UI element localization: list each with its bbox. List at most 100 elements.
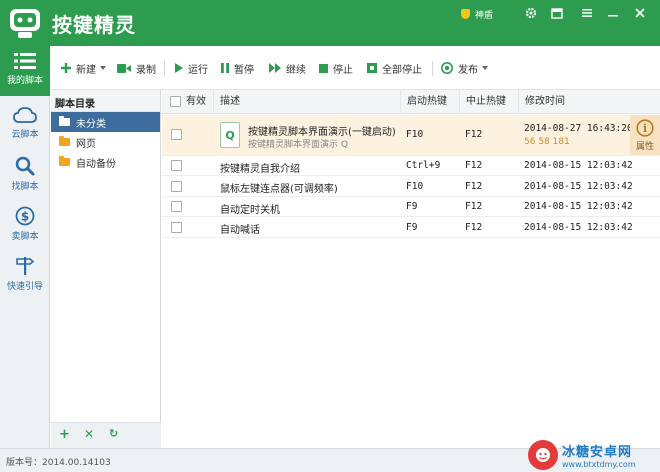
new-label: 新建 [76, 64, 96, 76]
sidebar: 我的脚本 云脚本 找脚本 $ 卖脚本 快速引导 [0, 46, 50, 448]
script-table: 有效 描述 启动热键 中止热键 修改时间 Q 按键精灵脚本界面演示(一键启动) … [162, 90, 660, 448]
column-enabled[interactable]: 有效 [180, 90, 206, 114]
sidebar-item-my-scripts[interactable]: 我的脚本 [0, 46, 50, 96]
modified-time: 2014-08-15 12:03:42 [524, 181, 633, 192]
minimize-icon [608, 15, 618, 17]
pause-label: 暂停 [234, 64, 254, 76]
script-directory: 脚本目录 未分类 网页 自动备份 + ✕ ↻ [51, 90, 161, 448]
publish-button[interactable]: 发布 [441, 46, 488, 90]
property-button[interactable]: i 属性 [630, 115, 660, 155]
folder-label: 自动备份 [76, 158, 116, 170]
pause-icon [221, 63, 229, 73]
watermark: 冰糖安卓网 www.btxtdmy.com [528, 437, 660, 472]
add-folder-icon[interactable]: + [59, 427, 70, 442]
record-button[interactable]: 录制 [117, 46, 156, 90]
stop-all-button[interactable]: 全部停止 [367, 46, 422, 90]
stop-icon [319, 63, 328, 73]
sidebar-item-quick-guide[interactable]: 快速引导 [0, 250, 50, 300]
record-label: 录制 [136, 64, 156, 76]
dollar-icon: $ [15, 206, 35, 226]
stop-label: 停止 [333, 64, 353, 76]
modified-extra: 56 58 181 [524, 137, 570, 147]
column-modified[interactable]: 修改时间 [518, 90, 565, 114]
folder-label: 未分类 [76, 118, 106, 130]
sidebar-item-label: 找脚本 [11, 182, 39, 192]
sidebar-item-label: 卖脚本 [11, 232, 39, 242]
menu-icon [582, 9, 592, 17]
start-hotkey: Ctrl+9 [406, 160, 441, 171]
close-button[interactable] [631, 5, 649, 21]
svg-text:$: $ [21, 210, 29, 224]
resume-button[interactable]: 继续 [269, 46, 306, 90]
sidebar-item-label: 我的脚本 [6, 76, 43, 86]
minimize-button[interactable] [604, 5, 622, 21]
folder-icon [59, 116, 70, 126]
script-title: 自动定时关机 [220, 205, 280, 216]
pause-button[interactable]: 暂停 [221, 46, 254, 90]
sidebar-item-cloud-scripts[interactable]: 云脚本 [0, 100, 50, 150]
script-subtitle: 按键精灵脚本界面演示 Q [248, 140, 348, 150]
table-row[interactable]: 自动喊话 F9 F12 2014-08-15 12:03:42 [162, 217, 660, 238]
stop-button[interactable]: 停止 [319, 46, 353, 90]
sidebar-item-find-scripts[interactable]: 找脚本 [0, 150, 50, 200]
column-stop-hotkey[interactable]: 中止热键 [459, 90, 506, 114]
menu-button[interactable] [578, 5, 596, 21]
folder-icon [59, 136, 70, 146]
new-button[interactable]: 新建 [61, 46, 106, 90]
publish-label: 发布 [458, 64, 478, 76]
script-title: 鼠标左键连点器(可调频率) [220, 184, 338, 195]
directory-title: 脚本目录 [51, 90, 160, 112]
modified-time: 2014-08-15 12:03:42 [524, 222, 633, 233]
run-button[interactable]: 运行 [175, 46, 208, 90]
start-hotkey: F9 [406, 222, 418, 233]
resume-label: 继续 [286, 64, 306, 76]
user-badge[interactable]: 神盾 [461, 7, 493, 21]
column-start-hotkey[interactable]: 启动热键 [400, 90, 447, 114]
skin-button[interactable] [548, 5, 566, 21]
app-logo-icon [7, 6, 43, 40]
user-name: 神盾 [475, 10, 494, 21]
window-icon [551, 7, 563, 19]
search-icon [15, 156, 35, 176]
row-checkbox[interactable] [171, 129, 182, 140]
script-title: 按键精灵自我介绍 [220, 164, 300, 175]
play-icon [175, 63, 183, 73]
table-row[interactable]: 自动定时关机 F9 F12 2014-08-15 12:03:42 [162, 197, 660, 217]
settings-button[interactable] [522, 5, 540, 21]
modified-time: 2014-08-15 12:03:42 [524, 160, 633, 171]
toolbar: 新建 录制 运行 暂停 继续 停止 全部停止 发布 [51, 46, 660, 90]
folder-item[interactable]: 自动备份 [51, 152, 160, 172]
cloud-icon [13, 107, 37, 123]
publish-icon [441, 62, 453, 74]
start-hotkey: F10 [406, 181, 424, 192]
camera-icon [117, 63, 131, 73]
row-checkbox[interactable] [171, 160, 182, 171]
folder-item[interactable]: 未分类 [51, 112, 160, 132]
table-row[interactable]: 鼠标左键连点器(可调频率) F10 F12 2014-08-15 12:03:4… [162, 176, 660, 197]
toolbar-divider [164, 61, 165, 76]
script-title: 按键精灵脚本界面演示(一键启动) [248, 127, 396, 138]
refresh-icon[interactable]: ↻ [109, 427, 118, 440]
sidebar-item-label: 快速引导 [6, 282, 43, 292]
property-label: 属性 [635, 142, 654, 152]
column-description[interactable]: 描述 [213, 90, 240, 114]
toolbar-divider [432, 61, 433, 76]
list-icon [14, 53, 36, 69]
svg-text:i: i [643, 122, 647, 135]
row-checkbox[interactable] [171, 181, 182, 192]
row-checkbox[interactable] [171, 222, 182, 233]
folder-icon [59, 156, 70, 166]
chevron-down-icon [100, 66, 106, 70]
folder-label: 网页 [76, 138, 96, 150]
script-title: 自动喊话 [220, 225, 260, 236]
table-row[interactable]: 按键精灵自我介绍 Ctrl+9 F12 2014-08-15 12:03:42 [162, 156, 660, 176]
sidebar-item-sell-scripts[interactable]: $ 卖脚本 [0, 200, 50, 250]
watermark-logo-icon [528, 439, 558, 470]
table-row[interactable]: Q 按键精灵脚本界面演示(一键启动) 按键精灵脚本界面演示 Q F10 F12 … [162, 115, 660, 156]
stop-all-icon [367, 63, 377, 73]
folder-item[interactable]: 网页 [51, 132, 160, 152]
row-checkbox[interactable] [171, 201, 182, 212]
watermark-title: 冰糖安卓网 [562, 444, 633, 460]
delete-folder-icon[interactable]: ✕ [84, 427, 94, 441]
fast-forward-icon [269, 63, 281, 73]
